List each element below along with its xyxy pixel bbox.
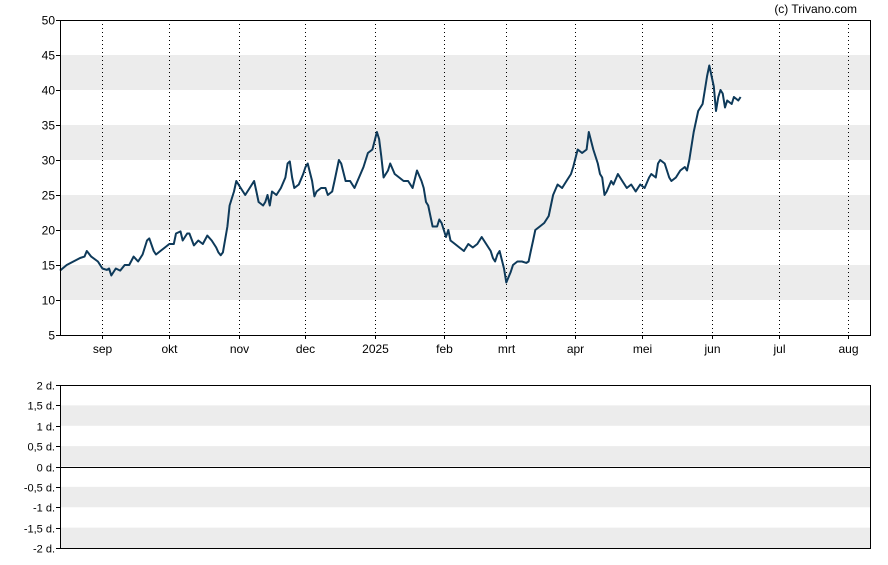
- price-line: [59, 64, 742, 284]
- volume-y-tick-label: -2 d.: [33, 544, 55, 556]
- y-tick-label: 45: [42, 49, 56, 63]
- x-tick-label: aug: [838, 342, 858, 356]
- x-tick-label: apr: [567, 342, 584, 356]
- y-tick-label: 30: [42, 154, 56, 168]
- y-tick-label: 5: [48, 329, 55, 343]
- volume-y-tick-label: 2 d.: [37, 381, 55, 393]
- volume-y-tick-label: 0,5 d.: [27, 442, 55, 454]
- x-tick-label: jun: [703, 342, 720, 356]
- y-tick-label: 15: [42, 259, 56, 273]
- y-tick-label: 25: [42, 189, 56, 203]
- x-tick-label: 2025: [362, 342, 389, 356]
- x-tick-label: sep: [93, 342, 113, 356]
- main-chart-series: [59, 64, 742, 284]
- x-tick-label: okt: [161, 342, 178, 356]
- volume-chart-band: [60, 446, 870, 467]
- x-tick-label: mrt: [498, 342, 516, 356]
- volume-y-tick-label: 1,5 d.: [27, 401, 55, 413]
- volume-y-tick-label: 0 d.: [37, 463, 55, 475]
- y-tick-label: 50: [42, 14, 56, 28]
- volume-y-tick-label: 1 d.: [37, 422, 55, 434]
- chart-canvas: 5101520253035404550 sep okt nov dec 2025 feb m…: [24, 2, 871, 556]
- main-chart-band: [60, 195, 870, 230]
- main-chart-band: [60, 55, 870, 90]
- main-chart-bands: [60, 55, 870, 300]
- x-tick-label: nov: [230, 342, 249, 356]
- volume-chart-y-ticks: 2 d. 1,5 d. 1 d. 0,5 d. 0 d. -0,5 d. -1 d. -1,5…: [24, 381, 60, 556]
- credit-label: (c) Trivano.com: [774, 2, 857, 16]
- main-chart-band: [60, 265, 870, 300]
- volume-chart-band: [60, 486, 870, 508]
- y-tick-label: 20: [42, 224, 56, 238]
- volume-y-tick-label: -1,5 d.: [24, 524, 55, 536]
- x-tick-label: mei: [633, 342, 652, 356]
- main-chart-y-ticks: 5 10 15 20 25 30 35 40 45 50: [42, 14, 60, 343]
- volume-chart-bands: [60, 405, 870, 548]
- volume-y-tick-label: -0,5 d.: [24, 483, 55, 495]
- y-tick-label: 40: [42, 84, 56, 98]
- volume-y-tick-label: -1 d.: [33, 503, 55, 515]
- x-tick-label: feb: [436, 342, 453, 356]
- main-chart-x-ticks: sep okt nov dec 2025 feb mrt apr mei jun jul aug: [93, 335, 859, 356]
- y-tick-label: 35: [42, 119, 56, 133]
- x-tick-label: dec: [296, 342, 315, 356]
- x-tick-label: jul: [772, 342, 785, 356]
- y-tick-label: 10: [42, 294, 56, 308]
- volume-chart-band: [60, 405, 870, 426]
- main-chart-band: [60, 125, 870, 160]
- volume-chart-band: [60, 527, 870, 548]
